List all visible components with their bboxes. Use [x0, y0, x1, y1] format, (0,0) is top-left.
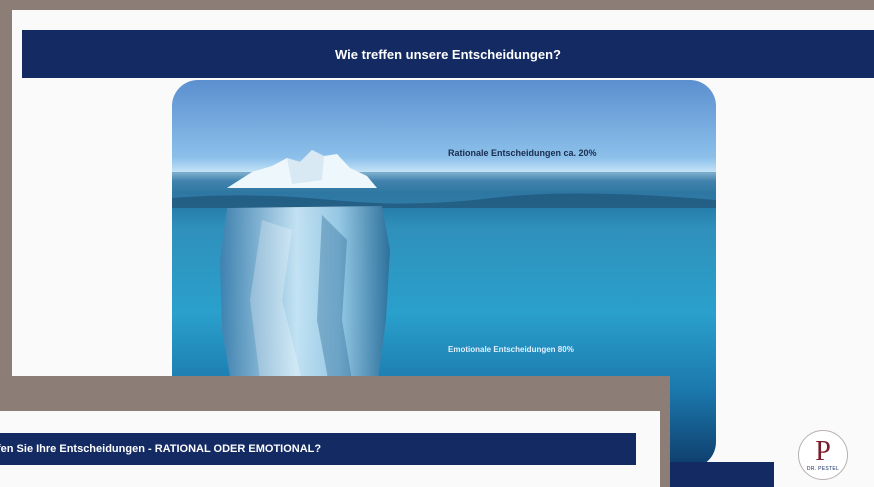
company-logo: P DR. PESTEL — [798, 430, 848, 480]
front-slide-title: fen Sie Ihre Entscheidungen - RATIONAL O… — [0, 443, 322, 455]
rational-decisions-label: Rationale Entscheidungen ca. 20% — [448, 148, 597, 158]
logo-letter: P — [815, 436, 831, 467]
emotional-decisions-label: Emotionale Entscheidungen 80% — [448, 345, 574, 354]
back-slide-footer-strip — [670, 462, 774, 487]
logo-name: DR. PESTEL — [806, 466, 840, 472]
front-slide-title-bar: fen Sie Ihre Entscheidungen - RATIONAL O… — [0, 433, 636, 465]
slide-title: Wie treffen unsere Entscheidungen? — [335, 46, 561, 62]
front-slide: fen Sie Ihre Entscheidungen - RATIONAL O… — [0, 411, 660, 487]
slide-title-bar: Wie treffen unsere Entscheidungen? — [22, 30, 874, 78]
